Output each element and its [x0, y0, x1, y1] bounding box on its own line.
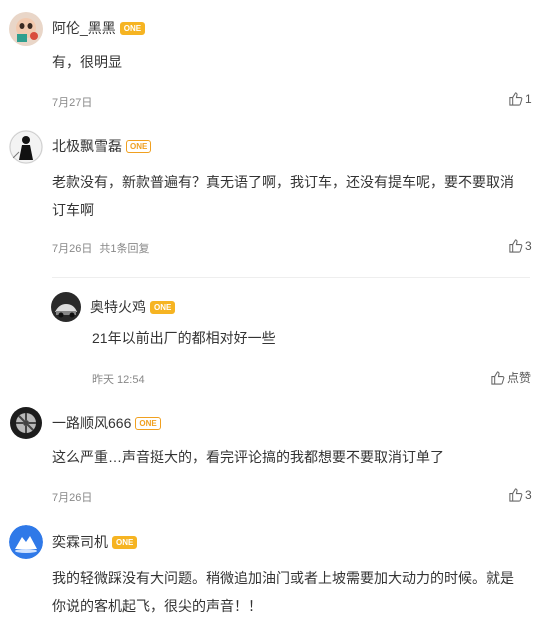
- level-badge: ONE: [119, 21, 146, 35]
- user-avatar[interactable]: [9, 12, 43, 46]
- like-count: 3: [525, 487, 532, 502]
- reply-user-avatar[interactable]: [51, 292, 81, 322]
- username[interactable]: 一路顺风666: [52, 413, 131, 433]
- comment-date: 7月26日: [52, 492, 93, 504]
- comment-date: 7月26日 共1条回复: [52, 240, 150, 256]
- thumbs-up-icon: [491, 371, 505, 385]
- like-button[interactable]: 3: [508, 238, 532, 253]
- name-row: 奕霖司机 ONE: [52, 532, 138, 552]
- name-row: 北极飘雪磊 ONE: [52, 136, 152, 156]
- level-badge: ONE: [112, 535, 138, 549]
- thumbs-up-icon: [509, 92, 523, 106]
- reply-date: 昨天 12:54: [92, 374, 145, 386]
- comment-text-line-1: 老款没有，新款普遍有？真无语了啊，我订车，还没有提车呢，要不要取消: [52, 174, 514, 190]
- comment-date: 7月27日: [52, 97, 93, 109]
- thumbs-up-icon: [509, 488, 523, 502]
- comment-text-line-1: 我的轻微踩没有大问题。稍微追加油门或者上坡需要加大动力的时候。就是: [52, 570, 514, 586]
- comment-text-line-2: 订车啊: [52, 202, 94, 218]
- like-button[interactable]: 1: [508, 91, 532, 106]
- username[interactable]: 奕霖司机: [52, 532, 108, 552]
- like-count: 1: [525, 91, 532, 106]
- username[interactable]: 阿伦_黑黑: [52, 18, 116, 38]
- level-badge: ONE: [135, 416, 161, 430]
- reply-count-link[interactable]: 共1条回复: [99, 243, 149, 255]
- reply-like-button[interactable]: 点赞: [490, 369, 531, 386]
- comment-date-text: 7月26日: [52, 243, 93, 255]
- level-badge: ONE: [150, 300, 176, 314]
- thumbs-up-icon: [509, 239, 523, 253]
- reply-name-row: 奥特火鸡 ONE: [90, 297, 176, 317]
- name-row: 阿伦_黑黑 ONE: [52, 18, 146, 38]
- username[interactable]: 北极飘雪磊: [52, 136, 122, 156]
- comment-text: 有，很明显: [52, 54, 122, 70]
- like-label: 点赞: [507, 371, 532, 385]
- divider: [52, 277, 530, 278]
- user-avatar[interactable]: [9, 130, 43, 164]
- name-row: 一路顺风666 ONE: [52, 413, 161, 433]
- user-avatar[interactable]: [9, 406, 43, 440]
- level-badge: ONE: [126, 139, 152, 153]
- comment-text-line-2: 你说的客机起飞，很尖的声音！！: [52, 598, 262, 614]
- like-button[interactable]: 3: [508, 487, 532, 502]
- reply-text: 21年以前出厂的都相对好一些: [92, 330, 276, 346]
- user-avatar[interactable]: [9, 525, 43, 559]
- like-count: 3: [525, 238, 532, 253]
- comment-text: 这么严重…声音挺大的，看完评论搞的我都想要不要取消订单了: [52, 449, 444, 465]
- reply-username[interactable]: 奥特火鸡: [90, 297, 146, 317]
